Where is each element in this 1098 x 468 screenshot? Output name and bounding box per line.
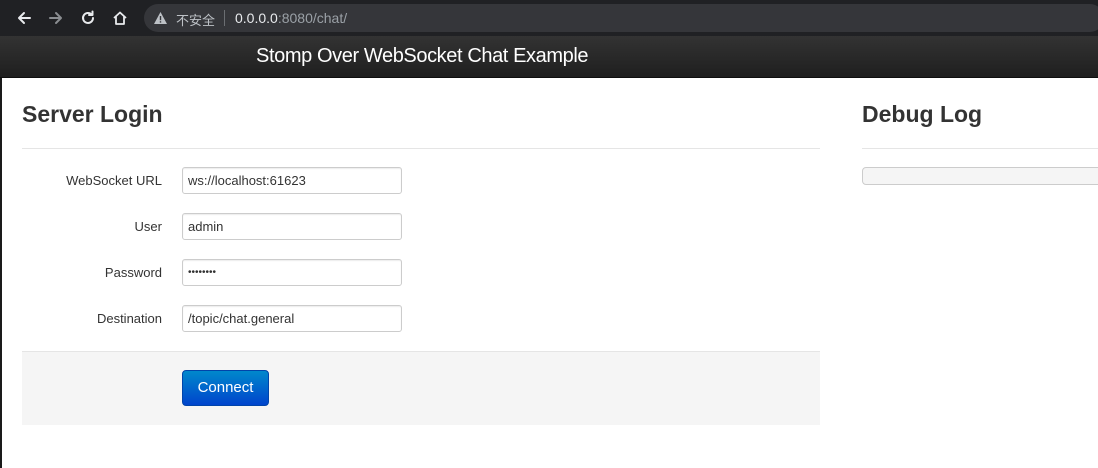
connect-button[interactable]: Connect [182, 370, 269, 406]
debug-log-output[interactable] [862, 167, 1098, 185]
url-path: :8080/chat/ [277, 10, 348, 26]
url-host: 0.0.0.0 [235, 10, 278, 26]
user-label: User [134, 219, 162, 234]
password-label: Password [104, 265, 162, 280]
server-login-title: Server Login [22, 101, 163, 127]
window-edge [0, 78, 2, 468]
address-bar[interactable]: 不安全 0.0.0.0:8080/chat/ [144, 4, 1098, 32]
security-status-label[interactable]: 不安全 [176, 10, 215, 29]
navbar-brand[interactable]: Stomp Over WebSocket Chat Example [256, 45, 589, 68]
form-actions: Connect [22, 351, 820, 425]
browser-toolbar: 不安全 0.0.0.0:8080/chat/ [0, 0, 1098, 36]
websocket-url-input[interactable]: ws://localhost:61623 [182, 167, 402, 194]
top-navbar: Stomp Over WebSocket Chat Example [0, 36, 1098, 78]
destination-input[interactable]: /topic/chat.general [182, 305, 402, 332]
back-arrow-icon[interactable] [14, 8, 34, 28]
debug-divider [862, 148, 1098, 149]
websocket-url-label: WebSocket URL [66, 173, 162, 188]
home-icon[interactable] [110, 8, 130, 28]
forward-arrow-icon[interactable] [46, 8, 66, 28]
destination-label: Destination [96, 311, 162, 326]
debug-log-title: Debug Log [862, 101, 983, 127]
warning-triangle-icon[interactable] [153, 11, 168, 30]
reload-icon[interactable] [78, 8, 98, 28]
address-separator [224, 10, 225, 26]
url-text[interactable]: 0.0.0.0:8080/chat/ [235, 10, 347, 26]
user-input[interactable]: admin [182, 213, 402, 240]
password-input[interactable]: •••••••• [182, 259, 402, 286]
login-divider [22, 148, 820, 149]
